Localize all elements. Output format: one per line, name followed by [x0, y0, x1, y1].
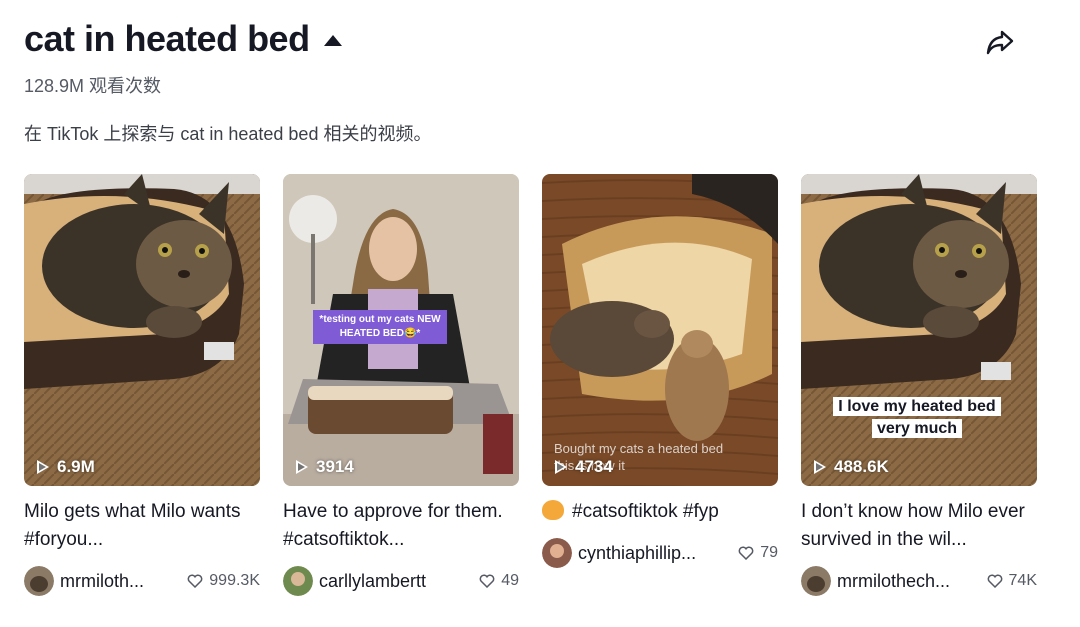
play-count: 3914: [296, 457, 354, 477]
video-card[interactable]: 6.9M Milo gets what Milo wants #foryou..…: [24, 174, 260, 596]
cat-face-emoji-icon: [542, 500, 564, 520]
avatar[interactable]: [542, 538, 572, 568]
video-card[interactable]: *testing out my cats NEW HEATED BED😂* 39…: [283, 174, 519, 596]
video-title[interactable]: I don’t know how Milo ever survived in t…: [801, 498, 1037, 554]
video-thumbnail[interactable]: Bought my cats a heated bed this is how …: [542, 174, 778, 486]
video-card[interactable]: Bought my cats a heated bed this is how …: [542, 174, 778, 596]
like-count-value: 74K: [1008, 572, 1037, 589]
video-card[interactable]: I love my heated bed very much 488.6K I …: [801, 174, 1037, 596]
view-count: 128.9M 观看次数: [24, 76, 162, 96]
video-title[interactable]: Have to approve for them. #catsoftiktok.…: [283, 498, 519, 554]
play-icon: [814, 460, 826, 474]
play-count: 6.9M: [37, 457, 95, 477]
video-title-text: #catsoftiktok #fyp: [572, 501, 719, 522]
heart-icon: [987, 574, 1002, 588]
video-thumbnail[interactable]: I love my heated bed very much 488.6K: [801, 174, 1037, 486]
like-count: 79: [738, 544, 778, 562]
play-count: 4734: [555, 457, 613, 477]
video-meta: mrmilothech... 74K: [801, 566, 1037, 596]
caption-line-1: I love my heated bed: [833, 397, 1001, 416]
username[interactable]: mrmiloth...: [60, 571, 177, 592]
heart-icon: [187, 574, 203, 588]
play-count-value: 4734: [575, 457, 613, 476]
username[interactable]: carllylambertt: [319, 571, 469, 592]
username[interactable]: cynthiaphillip...: [578, 543, 728, 564]
play-icon: [555, 460, 567, 474]
play-icon: [37, 460, 49, 474]
video-grid: 6.9M Milo gets what Milo wants #foryou..…: [24, 174, 1037, 596]
video-caption-overlay: *testing out my cats NEW HEATED BED😂*: [313, 310, 447, 344]
heart-icon: [479, 574, 495, 588]
play-count: 488.6K: [814, 457, 889, 477]
caption-line-2: very much: [871, 419, 963, 438]
play-count-value: 488.6K: [834, 457, 889, 476]
search-header: cat in heated bed 128.9M 观看次数 在 TikTok 上…: [24, 14, 1056, 146]
like-count-value: 999.3K: [209, 572, 260, 589]
share-icon[interactable]: [984, 26, 1016, 58]
cat-in-bed-image: [24, 174, 260, 486]
play-count-value: 3914: [316, 457, 354, 476]
video-meta: cynthiaphillip... 79: [542, 538, 778, 568]
video-meta: mrmiloth... 999.3K: [24, 566, 260, 596]
video-caption-overlay: I love my heated bed very much: [827, 396, 1007, 440]
play-icon: [296, 460, 308, 474]
like-count: 74K: [987, 572, 1037, 590]
like-count: 999.3K: [187, 572, 260, 590]
avatar[interactable]: [283, 566, 313, 596]
like-count-value: 49: [501, 572, 519, 589]
play-count-value: 6.9M: [57, 457, 95, 476]
username[interactable]: mrmilothech...: [837, 571, 977, 592]
page-title: cat in heated bed: [24, 18, 310, 59]
heart-icon: [738, 546, 754, 560]
caret-up-icon[interactable]: [323, 34, 342, 46]
video-title[interactable]: Milo gets what Milo wants #foryou...: [24, 498, 260, 554]
page-description: 在 TikTok 上探索与 cat in heated bed 相关的视频。: [24, 124, 432, 144]
video-meta: carllylambertt 49: [283, 566, 519, 596]
like-count: 49: [479, 572, 519, 590]
avatar[interactable]: [24, 566, 54, 596]
avatar[interactable]: [801, 566, 831, 596]
video-thumbnail[interactable]: 6.9M: [24, 174, 260, 486]
title-row: cat in heated bed: [24, 14, 1056, 64]
video-thumbnail[interactable]: *testing out my cats NEW HEATED BED😂* 39…: [283, 174, 519, 486]
like-count-value: 79: [760, 544, 778, 561]
